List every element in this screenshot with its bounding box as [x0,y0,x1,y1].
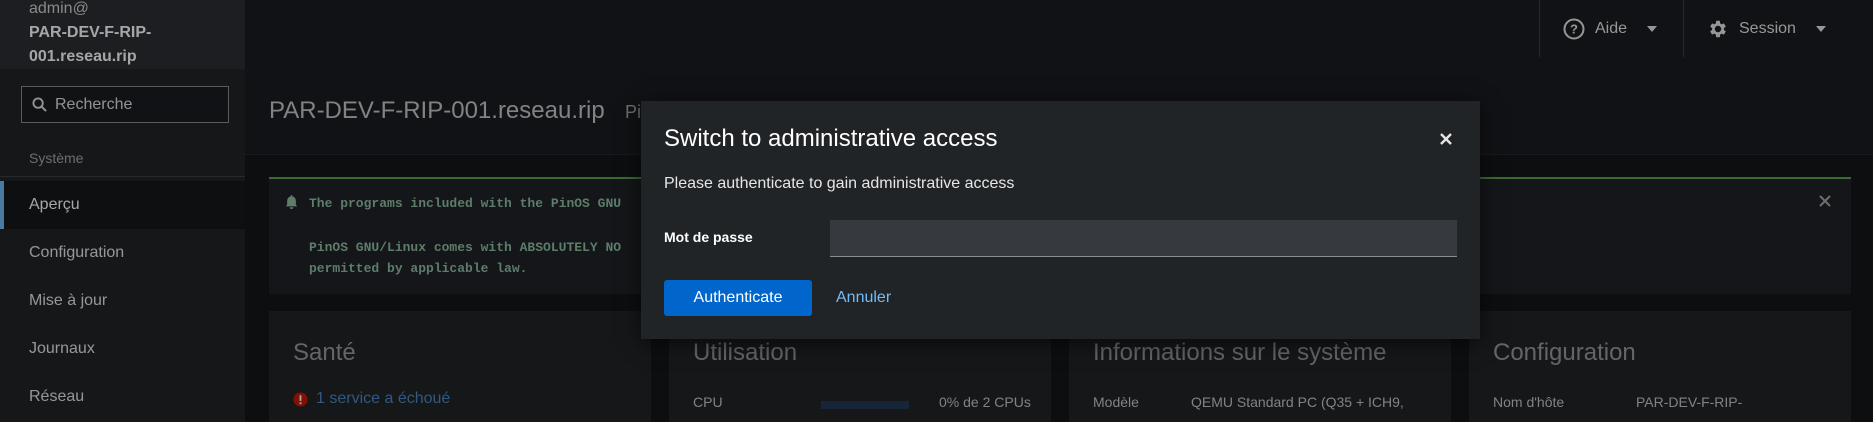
dialog-description: Please authenticate to gain administrati… [664,175,1015,192]
cancel-button[interactable]: Annuler [836,280,891,316]
dialog-title: Switch to administrative access [664,125,998,152]
admin-access-dialog: Switch to administrative access Please a… [641,101,1480,339]
authenticate-button[interactable]: Authenticate [664,280,812,316]
password-label: Mot de passe [664,229,753,245]
app-window: admin@ PAR-DEV-F-RIP- 001.reseau.rip Sys… [0,0,1873,422]
password-input[interactable] [830,220,1457,257]
close-icon[interactable] [1438,131,1454,147]
